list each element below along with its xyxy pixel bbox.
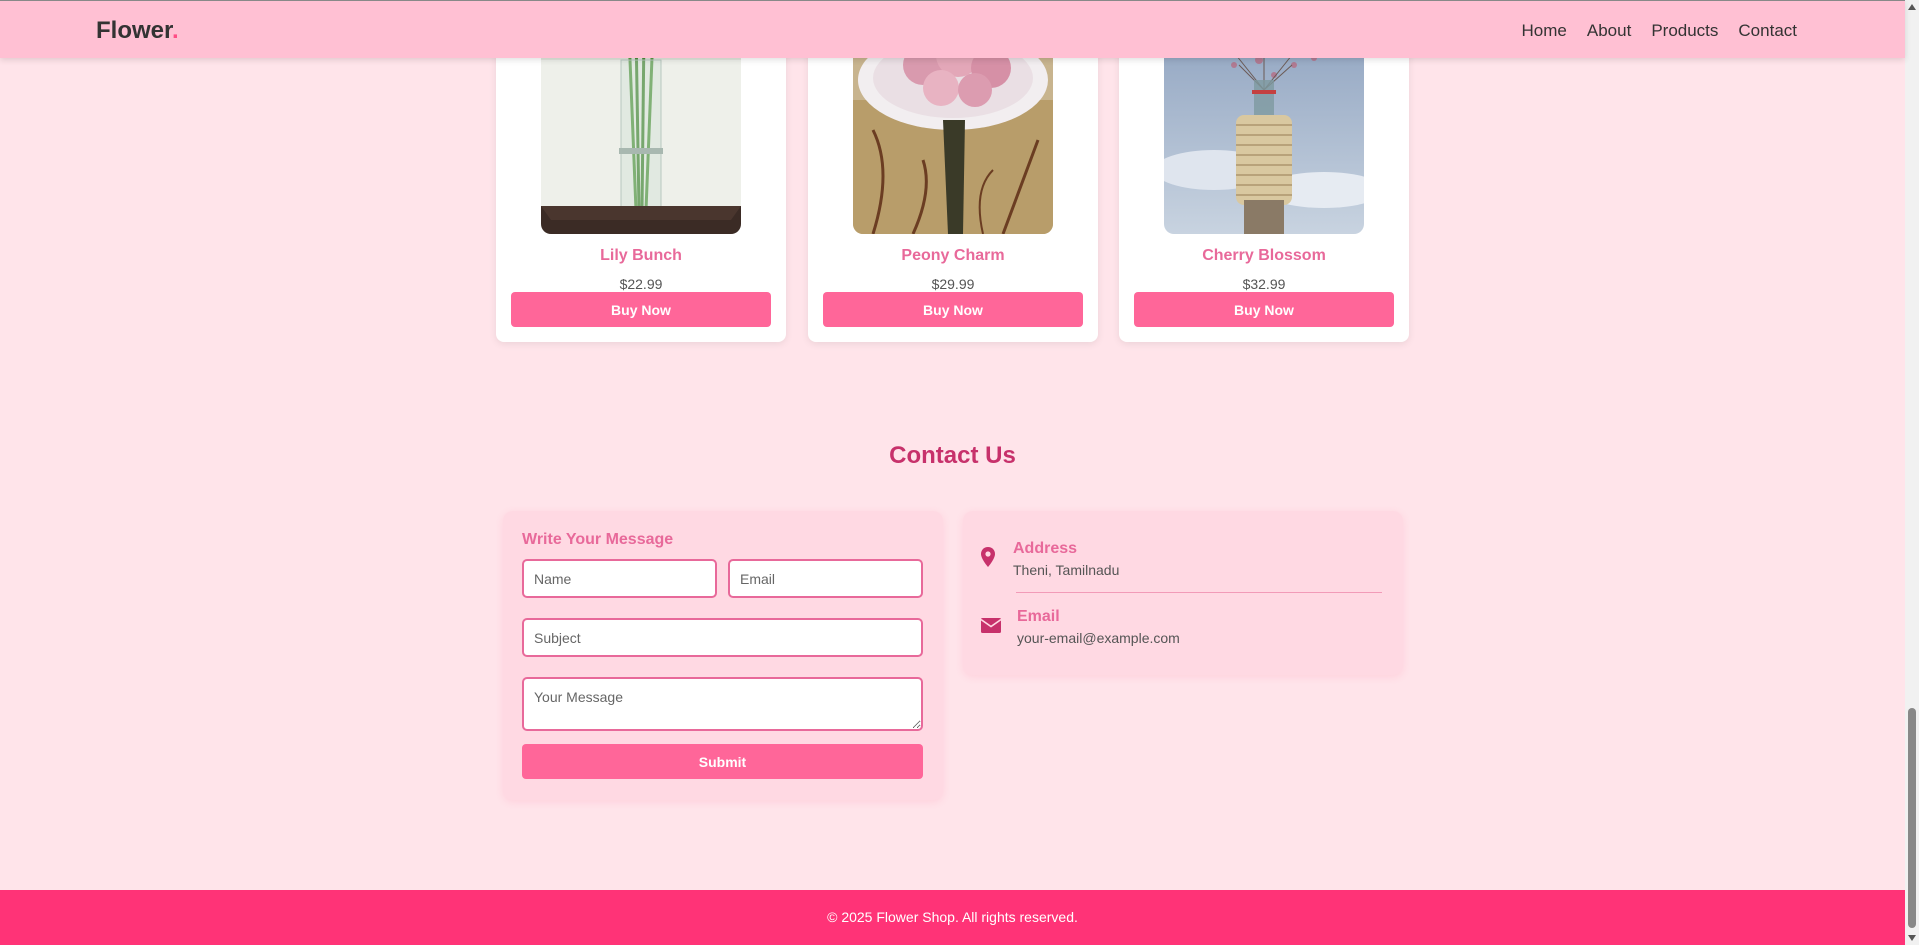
nav-links: Home About Products Contact bbox=[1522, 21, 1797, 41]
email-value: your-email@example.com bbox=[1017, 630, 1180, 646]
buy-now-button[interactable]: Buy Now bbox=[823, 292, 1083, 327]
nav-about[interactable]: About bbox=[1587, 21, 1631, 41]
footer-copyright: © 2025 Flower Shop. All rights reserved. bbox=[827, 909, 1078, 925]
map-pin-icon bbox=[981, 547, 995, 572]
address-value: Theni, Tamilnadu bbox=[1013, 562, 1120, 578]
product-name: Lily Bunch bbox=[600, 247, 682, 264]
product-price: $22.99 bbox=[619, 276, 663, 292]
scroll-up-arrow-icon[interactable] bbox=[1908, 4, 1916, 10]
brand-name: Flower bbox=[96, 17, 173, 44]
scroll-thumb[interactable] bbox=[1908, 708, 1916, 928]
email-label: Email bbox=[1017, 608, 1060, 625]
nav-contact[interactable]: Contact bbox=[1738, 21, 1797, 41]
page-scrollbar[interactable] bbox=[1905, 0, 1919, 945]
subject-input[interactable] bbox=[522, 618, 923, 657]
product-name: Peony Charm bbox=[901, 247, 1005, 264]
contact-form: Write Your Message Submit bbox=[503, 511, 943, 800]
contact-info: Address Theni, Tamilnadu Email your-emai… bbox=[963, 511, 1403, 675]
address-label: Address bbox=[1013, 540, 1078, 557]
message-textarea[interactable] bbox=[522, 677, 923, 731]
submit-button[interactable]: Submit bbox=[522, 744, 923, 779]
buy-now-button[interactable]: Buy Now bbox=[1134, 292, 1394, 327]
product-card: Cherry Blossom $32.99 Buy Now bbox=[1119, 20, 1409, 342]
email-input[interactable] bbox=[728, 559, 923, 598]
name-input[interactable] bbox=[522, 559, 717, 598]
nav-home[interactable]: Home bbox=[1522, 21, 1567, 41]
product-price: $29.99 bbox=[931, 276, 975, 292]
envelope-icon bbox=[980, 618, 1002, 638]
product-name: Cherry Blossom bbox=[1202, 247, 1326, 264]
nav-products[interactable]: Products bbox=[1651, 21, 1718, 41]
buy-now-button[interactable]: Buy Now bbox=[511, 292, 771, 327]
brand-dot: . bbox=[172, 17, 179, 44]
product-card: Peony Charm $29.99 Buy Now bbox=[808, 20, 1098, 342]
form-heading: Write Your Message bbox=[522, 531, 674, 548]
footer: © 2025 Flower Shop. All rights reserved. bbox=[0, 890, 1905, 945]
navbar: Flower. Home About Products Contact bbox=[0, 0, 1905, 58]
scroll-down-arrow-icon[interactable] bbox=[1908, 935, 1916, 941]
brand-logo[interactable]: Flower. bbox=[96, 17, 179, 45]
info-divider bbox=[1016, 592, 1382, 593]
product-card: Lily Bunch $22.99 Buy Now bbox=[496, 20, 786, 342]
product-price: $32.99 bbox=[1242, 276, 1286, 292]
contact-title: Contact Us bbox=[889, 442, 1016, 469]
